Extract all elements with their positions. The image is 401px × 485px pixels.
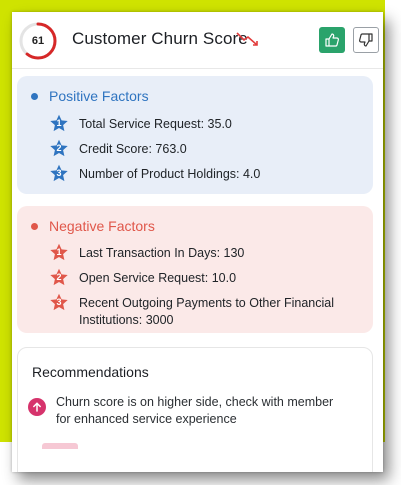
positive-factor-item: 2 Credit Score: 763.0 [49,139,349,159]
rank-number: 3 [56,168,62,178]
header-divider [12,68,383,69]
rank-star-icon: 1 [49,114,69,134]
recommendations-heading: Recommendations [32,364,149,380]
recommendation-item: Churn score is on higher side, check wit… [28,394,346,428]
factor-text: Recent Outgoing Payments to Other Financ… [79,296,334,327]
rank-number: 2 [56,143,62,153]
rank-number: 2 [56,272,62,282]
rank-star-icon: 1 [49,243,69,263]
rank-number: 3 [56,297,62,307]
thumbs-up-icon [325,33,339,47]
trend-down-icon [236,32,258,46]
next-recommendation-peek [42,443,78,449]
positive-bullet-dot [31,93,38,100]
factor-text: Open Service Request: 10.0 [79,271,237,285]
score-value: 61 [31,35,45,47]
rank-number: 1 [56,118,62,128]
rank-star-icon: 2 [49,268,69,288]
factor-text: Total Service Request: 35.0 [79,117,232,131]
negative-factor-item: 2 Open Service Request: 10.0 [49,268,349,288]
negative-factor-item: 3 Recent Outgoing Payments to Other Fina… [49,293,349,329]
factor-text: Credit Score: 763.0 [79,142,187,156]
positive-factors-heading: Positive Factors [49,88,149,104]
card-header: 61 Customer Churn Score [12,12,383,72]
recommendation-text: Churn score is on higher side, check wit… [56,395,334,426]
rank-star-icon: 2 [49,139,69,159]
negative-factor-item: 1 Last Transaction In Days: 130 [49,243,349,263]
rank-star-icon: 3 [49,293,69,313]
thumbs-up-button[interactable] [319,27,345,53]
churn-card: 61 Customer Churn Score Positive Factors [12,12,383,472]
rank-star-icon: 3 [49,164,69,184]
negative-factors-panel: Negative Factors 1 Last Transaction In D… [17,206,373,333]
positive-factors-panel: Positive Factors 1 Total Service Request… [17,76,373,194]
positive-factor-item: 3 Number of Product Holdings: 4.0 [49,164,349,184]
negative-factors-heading: Negative Factors [49,218,155,234]
card-title: Customer Churn Score [72,29,248,48]
thumbs-down-icon [359,33,373,47]
arrow-up-icon [28,398,46,416]
recommendations-panel: Recommendations Churn score is on higher… [17,347,373,472]
negative-bullet-dot [31,223,38,230]
positive-factor-item: 1 Total Service Request: 35.0 [49,114,349,134]
factor-text: Number of Product Holdings: 4.0 [79,167,261,181]
thumbs-down-button[interactable] [353,27,379,53]
rank-number: 1 [56,247,62,257]
factor-text: Last Transaction In Days: 130 [79,246,245,260]
